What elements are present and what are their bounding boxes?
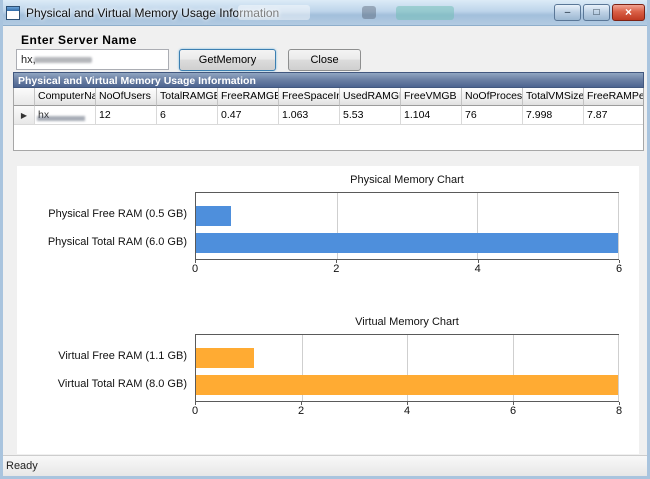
grid-column-header[interactable]: FreeSpaceIn	[279, 88, 340, 106]
bar	[196, 375, 618, 395]
row-selector[interactable]: ▶	[14, 106, 35, 125]
grid-cell[interactable]: 1.063	[279, 106, 340, 125]
x-tick-label: 2	[297, 405, 305, 417]
get-memory-button[interactable]: GetMemory	[179, 49, 276, 71]
app-icon	[6, 5, 20, 20]
grid-cell[interactable]: 7.87	[584, 106, 643, 125]
current-row-arrow: ▶	[20, 111, 28, 120]
grid-selector-header[interactable]	[14, 88, 35, 106]
x-tick-label: 6	[509, 405, 517, 417]
grid-cell[interactable]: 7.998	[523, 106, 584, 125]
status-text: Ready	[6, 460, 38, 472]
minimize-button[interactable]: –	[554, 4, 581, 21]
chart-title: Physical Memory Chart	[350, 174, 464, 186]
caption-buttons: – □ ×	[554, 4, 645, 21]
bar-label: Physical Total RAM (6.0 GB)	[47, 236, 187, 248]
grid-column-header[interactable]: TotalRAMGB	[157, 88, 218, 106]
grid-cell[interactable]: 1.104	[401, 106, 462, 125]
table-row: ▶ hx 12 6 0.47 1.063 5.53 1.104 76 7.998 7.87	[14, 106, 643, 125]
grid-cell[interactable]: 5.53	[340, 106, 401, 125]
bar	[196, 233, 618, 253]
x-tick-label: 8	[615, 405, 623, 417]
server-input-wrap	[16, 49, 169, 70]
grid-column-header[interactable]: ComputerNa	[35, 88, 96, 106]
title-bar: Physical and Virtual Memory Usage Inform…	[3, 0, 647, 26]
bar	[196, 206, 232, 226]
status-bar: Ready	[3, 455, 647, 476]
glass-artifact-3	[396, 6, 454, 20]
charts-panel: Physical Memory Chart Physical Free RAM (…	[17, 166, 639, 454]
server-name-label: Enter Server Name	[21, 33, 137, 47]
x-axis: 0 2 4 6 8	[191, 402, 623, 420]
bar-labels: Virtual Free RAM (1.1 GB) Virtual Total R…	[27, 334, 195, 402]
plot-area	[195, 334, 619, 402]
x-tick-label: 0	[191, 263, 199, 275]
maximize-button[interactable]: □	[583, 4, 610, 21]
plot-wrap: Virtual Free RAM (1.1 GB) Virtual Total R…	[27, 334, 639, 402]
grid-header-row: ComputerNa NoOfUsers TotalRAMGB FreeRAMGB Fr…	[14, 88, 643, 106]
grid-column-header[interactable]: NoOfProcess	[462, 88, 523, 106]
plot-wrap: Physical Free RAM (0.5 GB) Physical Total…	[27, 192, 639, 260]
grid-column-header[interactable]: FreeVMGB	[401, 88, 462, 106]
x-axis: 0 2 4 6	[191, 260, 623, 278]
grid-column-header[interactable]: NoOfUsers	[96, 88, 157, 106]
glass-artifact-2	[362, 6, 376, 19]
close-window-button[interactable]: ×	[612, 4, 645, 21]
computer-name-redacted: hx	[38, 109, 50, 121]
bar	[196, 348, 255, 368]
grid-cell[interactable]: 76	[462, 106, 523, 125]
bar-label: Physical Free RAM (0.5 GB)	[48, 208, 187, 220]
virtual-memory-chart: Virtual Memory Chart Virtual Free RAM (1.…	[17, 308, 639, 450]
grid-column-header[interactable]: TotalVMSize	[523, 88, 584, 106]
x-tick-label: 2	[333, 263, 340, 275]
physical-memory-chart: Physical Memory Chart Physical Free RAM (…	[17, 166, 639, 308]
gridline	[618, 335, 619, 401]
bar-label: Virtual Free RAM (1.1 GB)	[58, 350, 187, 362]
app-window: Physical and Virtual Memory Usage Inform…	[0, 0, 650, 479]
grid-cell[interactable]: 12	[96, 106, 157, 125]
grid-cell[interactable]: 0.47	[218, 106, 279, 125]
x-tick-label: 6	[615, 263, 623, 275]
close-button[interactable]: Close	[288, 49, 361, 71]
window-title: Physical and Virtual Memory Usage Inform…	[26, 5, 280, 20]
grid-cell[interactable]: hx	[35, 106, 96, 125]
server-name-input[interactable]	[16, 49, 169, 70]
grid-cell[interactable]: 6	[157, 106, 218, 125]
grid-column-header[interactable]: FreeRAMGB	[218, 88, 279, 106]
grid-column-header[interactable]: UsedRAMGB	[340, 88, 401, 106]
gridline	[618, 193, 619, 259]
x-tick-label: 4	[474, 263, 481, 275]
grid-column-header[interactable]: FreeRAMPer	[584, 88, 643, 106]
plot-area	[195, 192, 619, 260]
bar-label: Virtual Total RAM (8.0 GB)	[57, 378, 187, 390]
x-tick-label: 0	[191, 405, 199, 417]
memory-grid: ComputerNa NoOfUsers TotalRAMGB FreeRAMGB Fr…	[13, 88, 644, 151]
x-tick-label: 4	[403, 405, 411, 417]
grid-caption-bar: Physical and Virtual Memory Usage Inform…	[13, 72, 644, 88]
chart-title: Virtual Memory Chart	[355, 316, 459, 328]
bar-labels: Physical Free RAM (0.5 GB) Physical Total…	[27, 192, 195, 260]
